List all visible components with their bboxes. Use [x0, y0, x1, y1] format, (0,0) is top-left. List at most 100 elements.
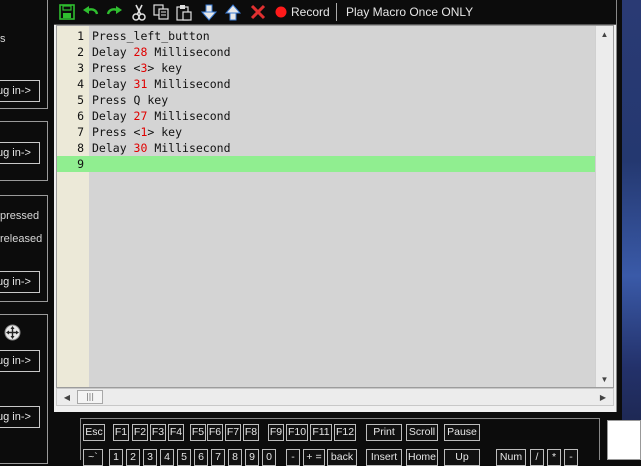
plugin-button[interactable]: ug in-> — [0, 80, 40, 102]
pressed-label: pressed — [0, 210, 40, 222]
code-token: Delay — [92, 77, 134, 91]
delete-button[interactable] — [249, 3, 267, 21]
code-token: Press < — [92, 61, 141, 75]
code-text: Delay 28 Millisecond — [92, 44, 231, 60]
keyboard-key[interactable]: F3 — [150, 424, 166, 441]
keyboard-key[interactable]: 9 — [245, 449, 259, 466]
code-number-token: 28 — [133, 45, 148, 59]
code-editor[interactable]: 1 Press_left_button 2 Delay 28 Millisecond 3… — [56, 25, 614, 388]
keyboard-key[interactable]: F10 — [286, 424, 308, 441]
keyboard-key[interactable]: + = — [303, 449, 325, 466]
code-token: Delay — [92, 45, 134, 59]
move-up-button[interactable] — [224, 3, 242, 21]
editor-toolbar: Record Play Macro Once ONLY — [54, 0, 616, 25]
code-line[interactable]: 6 Delay 27 Millisecond — [57, 108, 597, 124]
code-token: Press_left_button — [92, 29, 210, 43]
keyboard-key[interactable]: F8 — [243, 424, 259, 441]
play-macro-once-button[interactable]: Play Macro Once ONLY — [343, 3, 473, 21]
code-line[interactable]: 8 Delay 30 Millisecond — [57, 140, 597, 156]
keyboard-key[interactable]: 2 — [126, 449, 140, 466]
code-token: > key — [147, 125, 183, 139]
code-number-token: 31 — [133, 77, 148, 91]
plugin-button[interactable]: ug in-> — [0, 271, 40, 293]
record-button[interactable]: Record — [275, 3, 333, 21]
keyboard-key[interactable]: F5 — [190, 424, 206, 441]
keyboard-key[interactable]: 0 — [262, 449, 276, 466]
code-line[interactable]: 4 Delay 31 Millisecond — [57, 76, 597, 92]
record-label: Record — [291, 5, 330, 19]
keyboard-key[interactable]: / — [530, 449, 544, 466]
paste-button[interactable] — [175, 3, 193, 21]
scroll-down-icon[interactable]: ▼ — [596, 371, 613, 387]
code-text: Press <3> key — [92, 60, 182, 76]
code-line[interactable]: 2 Delay 28 Millisecond — [57, 44, 597, 60]
plugin-button[interactable]: ug in-> — [0, 406, 40, 428]
keyboard-key[interactable]: * — [547, 449, 561, 466]
code-token: Delay — [92, 141, 134, 155]
keyboard-key[interactable]: F1 — [113, 424, 129, 441]
undo-button[interactable] — [81, 3, 101, 21]
keyboard-key[interactable]: Home — [406, 449, 438, 466]
line-number: 9 — [77, 157, 84, 171]
code-line[interactable]: 3 Press <3> key — [57, 60, 597, 76]
scissors-icon — [132, 4, 146, 21]
keyboard-key[interactable]: Num — [496, 449, 526, 466]
save-button[interactable] — [58, 3, 76, 21]
keyboard-key[interactable]: Esc — [83, 424, 105, 441]
keyboard-key[interactable]: 1 — [109, 449, 123, 466]
cut-button[interactable] — [130, 3, 148, 21]
code-token: Press < — [92, 125, 141, 139]
keyboard-key[interactable]: F9 — [268, 424, 284, 441]
keyboard-key[interactable]: F4 — [168, 424, 184, 441]
line-number: 1 — [77, 29, 84, 43]
keyboard-key[interactable]: 4 — [160, 449, 174, 466]
scroll-right-icon[interactable]: ▶ — [595, 389, 611, 405]
keyboard-key[interactable]: F2 — [132, 424, 148, 441]
keyboard-key[interactable]: F12 — [334, 424, 356, 441]
keyboard-key[interactable]: 6 — [194, 449, 208, 466]
keyboard-key[interactable]: Pause — [444, 424, 480, 441]
keyboard-key[interactable]: Insert — [366, 449, 402, 466]
copy-button[interactable] — [152, 3, 170, 21]
keyboard-key[interactable]: - — [286, 449, 300, 466]
keyboard-key[interactable]: 3 — [143, 449, 157, 466]
code-line[interactable]: 9 — [57, 156, 597, 172]
code-line[interactable]: 5 Press Q key — [57, 92, 597, 108]
delete-x-icon — [250, 4, 266, 20]
horizontal-scroll-thumb[interactable]: ||| — [77, 390, 103, 404]
line-number: 2 — [77, 45, 84, 59]
code-token: Press Q key — [92, 93, 169, 107]
redo-button[interactable] — [104, 3, 124, 21]
keyboard-key[interactable]: F7 — [225, 424, 241, 441]
keyboard-key[interactable]: 7 — [211, 449, 225, 466]
keyboard-key[interactable]: back — [327, 449, 357, 466]
vertical-scrollbar[interactable]: ▲ ▼ — [595, 26, 613, 387]
keyboard-key[interactable]: F6 — [207, 424, 223, 441]
released-label: released — [0, 233, 43, 245]
horizontal-scrollbar[interactable]: ◀ ||| ▶ — [56, 388, 614, 406]
keyboard-key[interactable]: Up — [444, 449, 480, 466]
virtual-keyboard: Esc F1 F2 F3 F4 F5 F6 F7 F8 F9 F10 F11 F12 Print Scrol… — [80, 418, 600, 466]
plugin-button[interactable]: ug in-> — [0, 350, 40, 372]
save-icon — [59, 4, 75, 20]
keyboard-key[interactable]: F11 — [310, 424, 332, 441]
keyboard-key[interactable]: ~` — [83, 449, 103, 466]
move-down-button[interactable] — [200, 3, 218, 21]
copy-icon — [153, 4, 169, 20]
code-line[interactable]: 1 Press_left_button — [57, 28, 597, 44]
keyboard-key[interactable]: - — [564, 449, 578, 466]
code-text: Press Q key — [92, 92, 168, 108]
redo-icon — [106, 6, 122, 15]
scroll-up-icon[interactable]: ▲ — [596, 26, 613, 42]
code-line[interactable]: 7 Press <1> key — [57, 124, 597, 140]
keyboard-key[interactable]: 8 — [228, 449, 242, 466]
line-number: 7 — [77, 125, 84, 139]
arrow-up-icon — [225, 3, 241, 20]
move-icon[interactable] — [4, 324, 21, 341]
keyboard-key[interactable]: Scroll — [406, 424, 438, 441]
keyboard-key[interactable]: Print — [366, 424, 402, 441]
keyboard-key[interactable]: 5 — [177, 449, 191, 466]
scroll-left-icon[interactable]: ◀ — [59, 389, 75, 405]
code-number-token: 27 — [133, 109, 148, 123]
plugin-button[interactable]: ug in-> — [0, 142, 40, 164]
